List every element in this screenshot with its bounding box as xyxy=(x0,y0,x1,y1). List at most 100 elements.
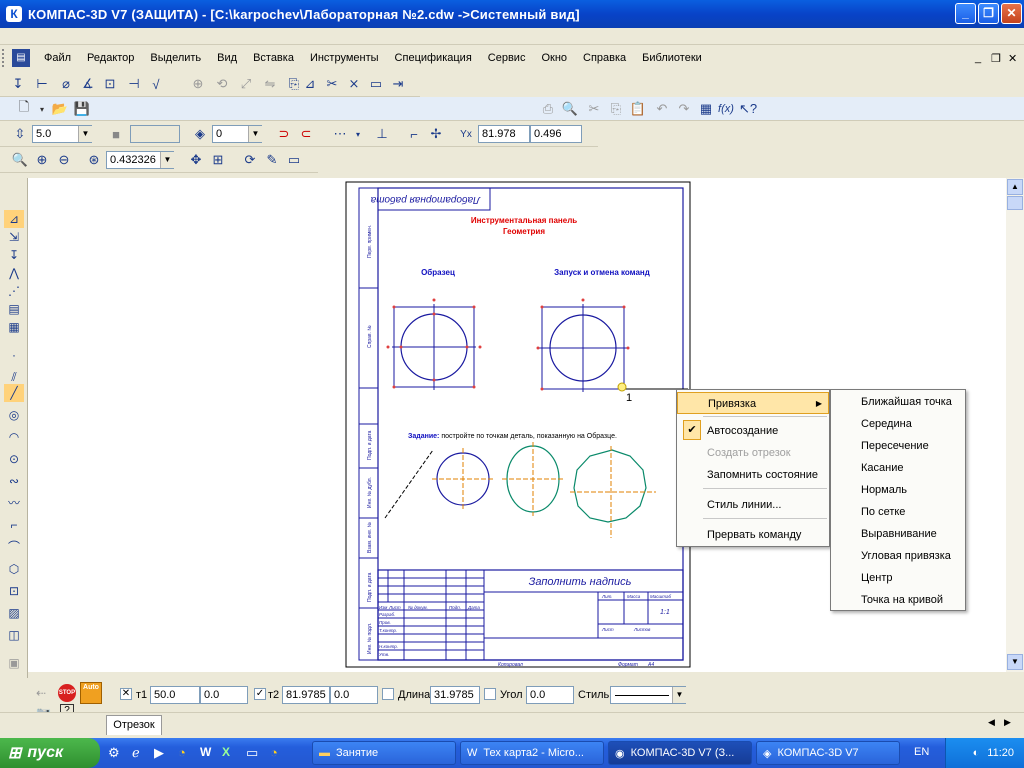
local-snap-icon[interactable]: ⊂ xyxy=(296,124,316,144)
layer-icon[interactable]: ◈ xyxy=(190,124,210,144)
formula-icon[interactable]: f(x) xyxy=(716,99,736,119)
ctx-create-segment[interactable]: Создать отрезок xyxy=(677,442,829,464)
stop-icon[interactable]: STOP xyxy=(58,684,76,702)
diameter-icon[interactable]: ⌀ xyxy=(56,74,76,94)
snap-midpoint[interactable]: Середина xyxy=(831,413,965,435)
contour-tool-icon[interactable]: ⊡ xyxy=(4,582,24,600)
snap-intersection[interactable]: Пересечение xyxy=(831,435,965,457)
circle-tool-icon[interactable]: ◎ xyxy=(4,406,24,424)
trim-icon[interactable]: ✂ xyxy=(322,74,342,94)
vertical-scrollbar[interactable]: ▲ ▼ xyxy=(1006,178,1024,672)
task-folder[interactable]: ▬ Занятие xyxy=(312,741,456,765)
help-pointer-icon[interactable]: ↖? xyxy=(738,99,758,119)
show-all-icon[interactable]: ⊞ xyxy=(208,150,228,170)
mirror-icon[interactable]: ⇋ xyxy=(260,74,280,94)
task-kompas-protect[interactable]: ◉ КОМПАС-3D V7 (З... xyxy=(608,741,752,765)
quicklaunch-1-icon[interactable]: ⚙ xyxy=(108,745,120,761)
params-panel-icon[interactable]: ⋰ xyxy=(4,282,24,300)
undo-icon[interactable]: ↶ xyxy=(652,99,672,119)
snap-icon[interactable]: ⊃ xyxy=(274,124,294,144)
clock-app-icon[interactable]: ◔ xyxy=(178,745,186,760)
angle-dim-icon[interactable]: ∡ xyxy=(78,74,98,94)
fillet-icon[interactable]: ▭ xyxy=(366,74,386,94)
menu-libraries[interactable]: Библиотеки xyxy=(634,52,710,64)
menu-insert[interactable]: Вставка xyxy=(245,52,302,64)
menu-select[interactable]: Выделить xyxy=(142,52,209,64)
cut-icon[interactable]: ✂ xyxy=(584,99,604,119)
language-indicator[interactable]: EN xyxy=(914,746,929,758)
step-dropdown-icon[interactable]: ▼ xyxy=(78,126,92,142)
view-panel-icon[interactable]: ▭ xyxy=(284,150,304,170)
t1-x-field[interactable]: 50.0 xyxy=(150,686,200,704)
macro-tool-icon[interactable]: ▣ xyxy=(4,654,24,672)
snap-normal[interactable]: Нормаль xyxy=(831,479,965,501)
doc-minimize-icon[interactable]: _ xyxy=(975,52,981,64)
ellipse-tool-icon[interactable]: ⊙ xyxy=(4,450,24,468)
line-style-dropdown-icon[interactable]: ▼ xyxy=(672,687,686,703)
polygon-tool-icon[interactable]: ⬡ xyxy=(4,560,24,578)
snap-angular[interactable]: Угловая привязка xyxy=(831,545,965,567)
symbols-panel-icon[interactable]: ↧ xyxy=(4,246,24,264)
layer-dropdown-icon[interactable]: ▼ xyxy=(248,126,262,142)
restore-button[interactable]: ❐ xyxy=(978,3,999,24)
polyline-tool-icon[interactable]: 〰 xyxy=(4,494,24,512)
window-titlebar[interactable]: К КОМПАС-3D V7 (ЗАЩИТА) - [C:\karpochev\… xyxy=(0,0,1024,28)
local-cs-icon[interactable]: ⊥ xyxy=(372,124,392,144)
zoom-scale-icon[interactable]: ⊛ xyxy=(84,150,104,170)
snap-tangent[interactable]: Касание xyxy=(831,457,965,479)
t1-checkbox[interactable]: ✕ xyxy=(120,688,132,700)
tab-segment[interactable]: Отрезок xyxy=(106,715,162,735)
coord-y-field[interactable]: 0.496 xyxy=(530,125,582,143)
equidistant-tool-icon[interactable]: ◫ xyxy=(4,626,24,644)
color-field[interactable] xyxy=(130,125,180,143)
pan-icon[interactable]: ✥ xyxy=(186,150,206,170)
snap-center[interactable]: Центр xyxy=(831,567,965,589)
preview-icon[interactable]: 🔍 xyxy=(560,99,580,119)
angle-field[interactable]: 0.0 xyxy=(526,686,574,704)
deform-icon[interactable]: ⊿ xyxy=(300,74,320,94)
close-button[interactable]: ✕ xyxy=(1001,3,1022,24)
menu-view[interactable]: Вид xyxy=(209,52,245,64)
snap-alignment[interactable]: Выравнивание xyxy=(831,523,965,545)
t2-y-field[interactable]: 0.0 xyxy=(330,686,378,704)
zoom-dropdown-icon[interactable]: ▼ xyxy=(160,152,174,168)
minimize-button[interactable]: _ xyxy=(955,3,976,24)
print-icon[interactable]: ⎙ xyxy=(538,99,558,119)
snap-nearest-point[interactable]: Ближайшая точка xyxy=(831,391,965,413)
t2-x-field[interactable]: 81.9785 xyxy=(282,686,330,704)
media-player-icon[interactable]: ▶ xyxy=(154,745,164,761)
ctx-snap[interactable]: Привязка ▶ xyxy=(677,392,829,414)
zoom-out-icon[interactable]: ⊖ xyxy=(54,150,74,170)
grid-icon[interactable]: ⋯ xyxy=(330,124,350,144)
select-panel-icon[interactable]: ▦ xyxy=(4,318,24,336)
paste-icon[interactable]: 📋 xyxy=(628,99,648,119)
ctx-line-style[interactable]: Стиль линии... xyxy=(677,494,829,516)
menu-service[interactable]: Сервис xyxy=(480,52,534,64)
ctx-remember-state[interactable]: Запомнить состояние xyxy=(677,464,829,486)
doc-close-icon[interactable]: ✕ xyxy=(1008,52,1017,65)
menu-help[interactable]: Справка xyxy=(575,52,634,64)
move-icon[interactable]: ⊕ xyxy=(188,74,208,94)
manager-icon[interactable]: ▦ xyxy=(696,99,716,119)
spline-tool-icon[interactable]: ∾ xyxy=(4,472,24,490)
coord-x-field[interactable]: 81.978 xyxy=(478,125,530,143)
length-checkbox[interactable] xyxy=(382,688,394,700)
scroll-up-icon[interactable]: ▲ xyxy=(1007,179,1023,195)
document-icon[interactable]: ▤ xyxy=(12,49,30,67)
tab-left-arrow-icon[interactable]: ◀ xyxy=(988,717,995,728)
menu-window[interactable]: Окно xyxy=(533,52,575,64)
scale-icon[interactable]: ⤢ xyxy=(236,74,256,94)
t1-y-field[interactable]: 0.0 xyxy=(200,686,248,704)
ctx-autocreate[interactable]: ✔ Автосоздание xyxy=(677,420,829,442)
menu-file[interactable]: Файл xyxy=(36,52,79,64)
hatch-tool-icon[interactable]: ▨ xyxy=(4,604,24,622)
task-word[interactable]: W Тех карта2 - Micro... xyxy=(460,741,604,765)
chamfer-tool-icon[interactable]: ⌐ xyxy=(4,516,24,534)
linear-dim-icon[interactable]: ⊢ xyxy=(32,74,52,94)
fillet-tool-icon[interactable]: ⌒ xyxy=(4,538,24,556)
rotate-icon[interactable]: ⟲ xyxy=(212,74,232,94)
edit-panel-icon[interactable]: ⋀ xyxy=(4,264,24,282)
tolerance-icon[interactable]: ⊡ xyxy=(100,74,120,94)
segment-tool-icon[interactable]: ╱ xyxy=(4,384,24,402)
color-icon[interactable]: ■ xyxy=(106,124,126,144)
